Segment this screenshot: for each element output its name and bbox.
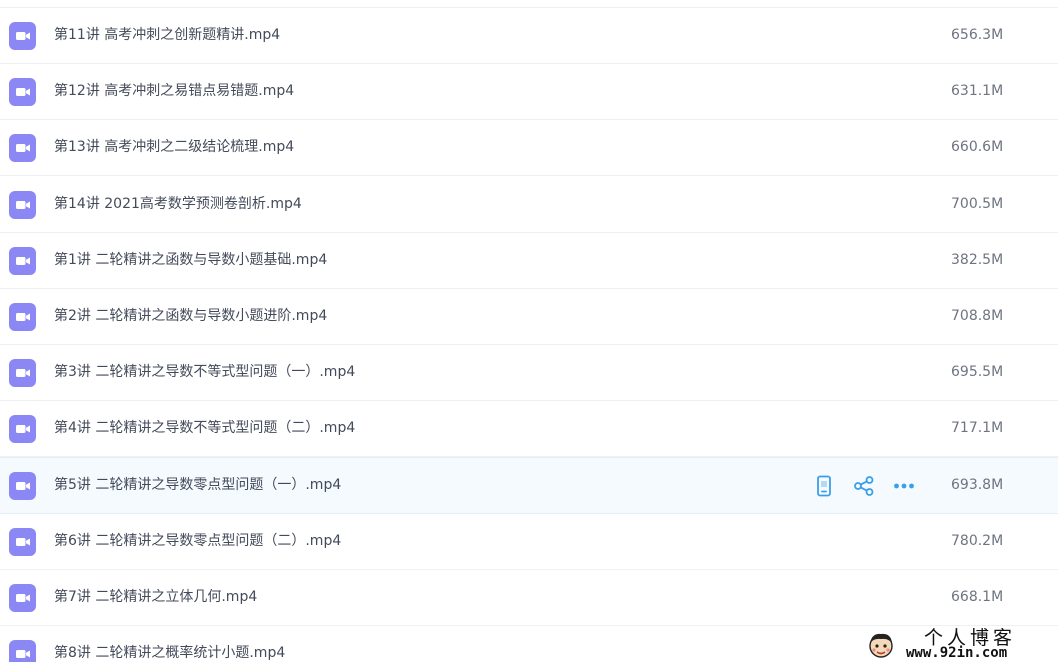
- file-size: 668.1M: [951, 589, 1004, 605]
- file-name[interactable]: 第7讲 二轮精讲之立体几何.mp4: [54, 570, 257, 625]
- more-icon[interactable]: [893, 475, 915, 497]
- video-file-icon: [9, 359, 36, 388]
- file-name[interactable]: 第8讲 二轮精讲之概率统计小题.mp4: [54, 626, 285, 662]
- file-size: 717.1M: [951, 420, 1004, 437]
- video-file-icon: [9, 190, 36, 219]
- file-name[interactable]: 第6讲 二轮精讲之导数零点型问题（二）.mp4: [54, 514, 341, 569]
- file-name[interactable]: 第4讲 二轮精讲之导数不等式型问题（二）.mp4: [54, 401, 355, 456]
- file-size: 382.5M: [951, 251, 1004, 268]
- file-row[interactable]: 第1讲 二轮精讲之函数与导数小题基础.mp4 382.5M: [0, 233, 1058, 289]
- file-size: 708.8M: [951, 308, 1004, 324]
- avatar-icon: [869, 633, 893, 658]
- phone-icon[interactable]: [813, 475, 835, 497]
- file-list: 第11讲 高考冲刺之创新题精讲.mp4 656.3M 第12讲 高考冲刺之易错点易错…: [0, 0, 1058, 662]
- file-row[interactable]: 第6讲 二轮精讲之导数零点型问题（二）.mp4 780.2M: [0, 514, 1058, 570]
- file-name[interactable]: 第2讲 二轮精讲之函数与导数小题进阶.mp4: [54, 289, 327, 344]
- video-file-icon: [9, 78, 36, 107]
- file-size: 660.6M: [951, 139, 1004, 156]
- file-row[interactable]: 第2讲 二轮精讲之函数与导数小题进阶.mp4 708.8M: [0, 289, 1058, 345]
- file-name[interactable]: 第11讲 高考冲刺之创新题精讲.mp4: [54, 8, 280, 63]
- file-name[interactable]: 第14讲 2021高考数学预测卷剖析.mp4: [54, 177, 302, 232]
- video-file-icon: [9, 303, 36, 331]
- file-row[interactable]: 第7讲 二轮精讲之立体几何.mp4 668.1M: [0, 570, 1058, 626]
- video-file-icon: [9, 584, 36, 612]
- watermark-url: www.92in.com: [906, 645, 1008, 661]
- file-row[interactable]: 第12讲 高考冲刺之易错点易错题.mp4 631.1M: [0, 64, 1058, 121]
- watermark: 个人博客 www.92in.com: [862, 626, 1058, 662]
- file-name[interactable]: 第13讲 高考冲刺之二级结论梳理.mp4: [54, 120, 294, 175]
- video-file-icon: [9, 640, 36, 662]
- video-file-icon: [9, 22, 36, 50]
- share-icon[interactable]: [853, 475, 875, 497]
- video-file-icon: [9, 134, 36, 163]
- file-row[interactable]: 第5讲 二轮精讲之导数零点型问题（一）.mp4 693.8M: [0, 456, 1058, 514]
- file-row[interactable]: 第3讲 二轮精讲之导数不等式型问题（一）.mp4 695.5M: [0, 345, 1058, 402]
- file-name[interactable]: 第3讲 二轮精讲之导数不等式型问题（一）.mp4: [54, 345, 355, 400]
- file-row[interactable]: 第11讲 高考冲刺之创新题精讲.mp4 656.3M: [0, 8, 1058, 64]
- file-row[interactable]: 第14讲 2021高考数学预测卷剖析.mp4 700.5M: [0, 177, 1058, 233]
- video-file-icon: [9, 471, 36, 500]
- file-size: 656.3M: [951, 27, 1004, 43]
- file-name[interactable]: 第12讲 高考冲刺之易错点易错题.mp4: [54, 64, 294, 119]
- file-row[interactable]: 第4讲 二轮精讲之导数不等式型问题（二）.mp4 717.1M: [0, 401, 1058, 458]
- video-file-icon: [9, 415, 36, 444]
- file-size: 695.5M: [951, 364, 1004, 381]
- file-size: 693.8M: [951, 476, 1004, 493]
- file-size: 700.5M: [951, 195, 1004, 212]
- video-file-icon: [9, 527, 36, 556]
- file-name[interactable]: 第5讲 二轮精讲之导数零点型问题（一）.mp4: [54, 458, 341, 513]
- file-size: 780.2M: [951, 532, 1004, 549]
- file-size: 631.1M: [951, 83, 1004, 100]
- file-name[interactable]: 第1讲 二轮精讲之函数与导数小题基础.mp4: [54, 233, 327, 288]
- video-file-icon: [9, 246, 36, 275]
- file-row[interactable]: 第13讲 高考冲刺之二级结论梳理.mp4 660.6M: [0, 120, 1058, 177]
